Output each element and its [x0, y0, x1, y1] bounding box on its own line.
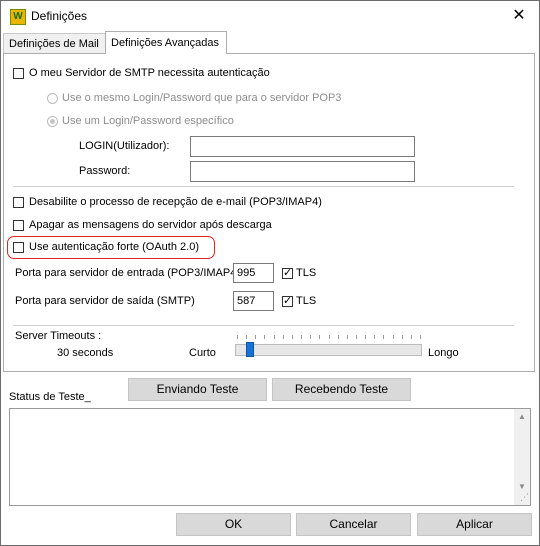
timeout-slider[interactable] [235, 344, 422, 356]
tab-mail-settings[interactable]: Definições de Mail [3, 33, 106, 53]
slider-tick [374, 335, 376, 339]
delete-after-download-label: Apagar as mensagens do servidor após des… [29, 219, 272, 231]
slider-tick [401, 335, 403, 339]
incoming-port-input[interactable]: 995 [233, 263, 274, 283]
close-icon[interactable]: ✕ [507, 5, 531, 27]
oauth-checkbox[interactable] [13, 242, 24, 253]
incoming-tls-label: TLS [296, 267, 317, 279]
slider-tick [355, 335, 357, 339]
settings-window: W Definições ✕ Definições de Mail Defini… [0, 0, 540, 546]
receive-test-button[interactable]: Recebendo Teste [272, 378, 411, 401]
slider-tick [310, 335, 312, 339]
slider-tick [420, 335, 421, 339]
slider-tick [301, 335, 303, 339]
outgoing-port-input[interactable]: 587 [233, 291, 274, 311]
login-label: LOGIN(Utilizador): [79, 140, 170, 152]
smtp-auth-label: O meu Servidor de SMTP necessita autenti… [29, 67, 270, 79]
slider-tick [282, 335, 284, 339]
divider [13, 325, 514, 326]
radio-same-login[interactable] [47, 93, 58, 104]
delete-after-download-checkbox[interactable] [13, 220, 24, 231]
vertical-scrollbar[interactable]: ▲ ▼ [514, 409, 530, 505]
incoming-port-label: Porta para servidor de entrada (POP3/IMA… [15, 267, 234, 279]
app-icon: W [10, 9, 26, 25]
slider-tick [246, 335, 248, 339]
slider-tick [410, 335, 412, 339]
login-input[interactable] [190, 136, 415, 157]
radio-same-login-label: Use o mesmo Login/Password que para o se… [62, 92, 342, 104]
advanced-settings-panel: O meu Servidor de SMTP necessita autenti… [3, 53, 535, 372]
test-status-textarea[interactable]: ▲ ▼ ⋰ [9, 408, 531, 506]
disable-receive-label: Desabilite o processo de recepção de e-m… [29, 196, 322, 208]
slider-tick [319, 335, 321, 339]
radio-specific-login[interactable] [47, 116, 58, 127]
slider-tick [264, 335, 266, 339]
title-bar: W Definições ✕ [1, 1, 539, 32]
scroll-up-icon[interactable]: ▲ [518, 412, 526, 421]
slider-tick [273, 335, 275, 339]
password-label: Password: [79, 165, 131, 177]
window-title: Definições [31, 9, 88, 23]
slider-tick [291, 335, 293, 339]
timeout-max-label: Longo [428, 347, 459, 359]
timeout-value-text: 30 seconds [57, 347, 114, 359]
timeout-slider-thumb[interactable] [245, 342, 254, 357]
outgoing-tls-label: TLS [296, 295, 317, 307]
outgoing-tls-checkbox[interactable] [282, 294, 293, 307]
oauth-label: Use autenticação forte (OAuth 2.0) [29, 241, 199, 253]
slider-tick [328, 335, 330, 339]
slider-tick [337, 335, 339, 339]
ok-button[interactable]: OK [176, 513, 291, 536]
disable-receive-checkbox[interactable] [13, 197, 24, 208]
slider-tick [383, 335, 385, 339]
apply-button[interactable]: Aplicar [417, 513, 532, 536]
slider-tick [255, 335, 257, 339]
slider-tick [346, 335, 348, 339]
slider-tick [392, 335, 394, 339]
incoming-tls-checkbox[interactable] [282, 266, 293, 279]
smtp-auth-checkbox[interactable] [13, 68, 24, 79]
tab-advanced-settings[interactable]: Definições Avançadas [105, 31, 227, 54]
send-test-button[interactable]: Enviando Teste [128, 378, 267, 401]
outgoing-port-label: Porta para servidor de saída (SMTP) [15, 295, 195, 307]
radio-specific-login-label: Use um Login/Password específico [62, 115, 234, 127]
password-input[interactable] [190, 161, 415, 182]
server-timeouts-label: Server Timeouts : [15, 330, 102, 342]
slider-tick [237, 335, 238, 339]
timeout-min-label: Curto [189, 347, 216, 359]
cancel-button[interactable]: Cancelar [296, 513, 411, 536]
resize-grip-icon[interactable]: ⋰ [520, 492, 529, 503]
scroll-down-icon[interactable]: ▼ [518, 482, 526, 491]
test-status-label: Status de Teste_ [9, 391, 91, 403]
slider-tick [365, 335, 367, 339]
divider [13, 186, 514, 187]
